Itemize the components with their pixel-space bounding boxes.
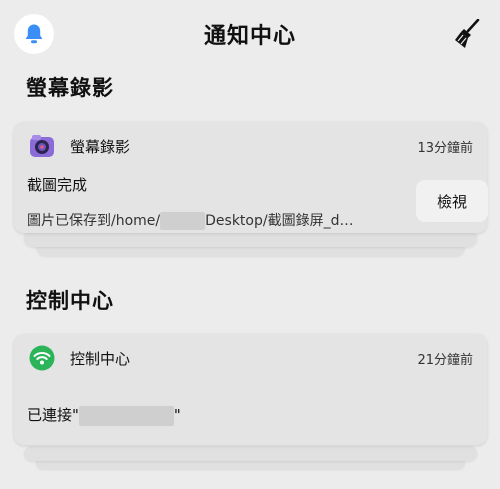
view-button[interactable]: 檢視 (416, 180, 488, 222)
notification-title: 截圖完成 (27, 176, 88, 194)
section-title-control-center: 控制中心 (26, 289, 114, 313)
section-title-screen-recorder: 螢幕錄影 (26, 76, 114, 100)
body-prefix: 已連接" (27, 406, 79, 424)
camera-icon (28, 132, 56, 160)
page-title: 通知中心 (203, 24, 296, 49)
wifi-icon (28, 344, 56, 372)
notification-card-screen-recorder[interactable]: 螢幕錄影 13分鐘前 截圖完成 圖片已保存到/home/Desktop/截圖錄屏… (14, 122, 488, 233)
notification-body: 已連接" " (27, 404, 181, 426)
notification-app-row: 螢幕錄影 13分鐘前 (28, 132, 473, 160)
notification-center-panel: 通知中心 螢幕錄影 螢幕錄影 13分鐘前 截圖完成 圖片已保存到/home/ D… (0, 0, 500, 489)
body-suffix: Desktop/截圖錄屏_d… (205, 213, 354, 229)
broom-icon (455, 19, 480, 48)
notification-time: 13分鐘前 (417, 140, 473, 156)
notification-app-row: 控制中心 21分鐘前 (28, 344, 473, 372)
clear-all-button[interactable] (452, 18, 482, 50)
notification-card-control-center[interactable]: 控制中心 21分鐘前 已連接" " (14, 334, 487, 445)
header: 通知中心 (0, 0, 500, 66)
app-name: 控制中心 (70, 349, 131, 368)
app-name: 螢幕錄影 (70, 137, 131, 156)
body-suffix: " (173, 406, 181, 424)
redacted-text (78, 405, 174, 426)
stacked-notification-layer (24, 446, 477, 461)
notification-time: 21分鐘前 (417, 352, 473, 368)
redacted-text (160, 212, 206, 230)
notification-body: 圖片已保存到/home/Desktop/截圖錄屏_d… (27, 210, 353, 230)
body-prefix: 圖片已保存到/home/ (27, 213, 161, 229)
